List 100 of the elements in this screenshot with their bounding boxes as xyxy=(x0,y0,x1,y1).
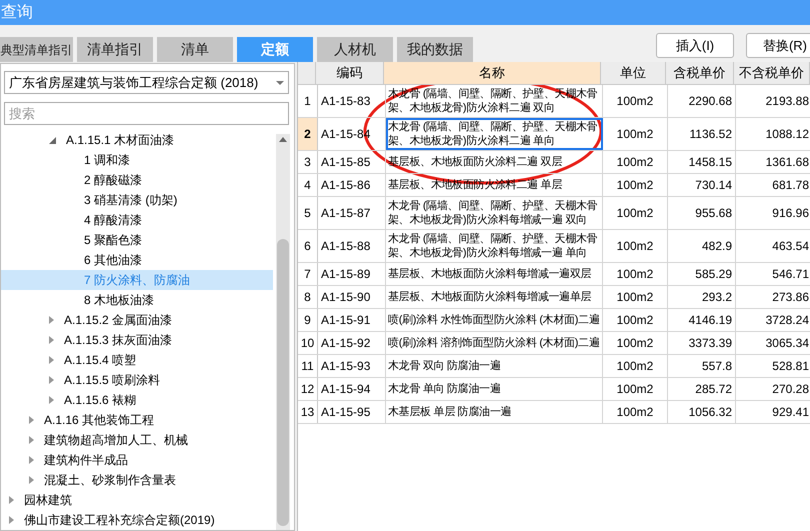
tab[interactable]: 清单指引 xyxy=(77,37,153,62)
table-cell: 喷(刷)涂料 溶剂饰面型防火涂料 (木材面)二遍 xyxy=(386,332,603,354)
table-cell: 285.72 xyxy=(668,378,736,400)
table-cell: 293.2 xyxy=(668,286,736,308)
row-number: 2 xyxy=(298,118,318,150)
table-cell: 100m2 xyxy=(603,197,668,229)
collapsed-icon[interactable] xyxy=(29,416,34,424)
tab[interactable]: 人材机 xyxy=(317,37,393,62)
tree-item[interactable]: A.1.15.3 抹灰面油漆 xyxy=(1,330,273,350)
table-cell: 463.54 xyxy=(736,230,810,262)
table-cell: A1-15-86 xyxy=(318,174,386,196)
table-cell: A1-15-91 xyxy=(318,309,386,331)
table-cell: A1-15-93 xyxy=(318,355,386,377)
table-cell: 1088.12 xyxy=(736,118,810,150)
tab[interactable]: 典型清单指引 xyxy=(0,37,73,62)
scroll-up-icon[interactable] xyxy=(279,137,287,142)
tree-item[interactable]: 建筑构件半成品 xyxy=(1,450,273,470)
button[interactable]: 替换(R) xyxy=(746,33,810,58)
table-cell: 100m2 xyxy=(603,174,668,196)
row-number: 4 xyxy=(298,174,318,196)
column-header[interactable]: 名称 xyxy=(384,62,601,84)
table-cell: 916.96 xyxy=(736,197,810,229)
row-number: 10 xyxy=(298,332,318,354)
tree-item[interactable]: A.1.16 其他装饰工程 xyxy=(1,410,273,430)
tree-item[interactable]: 3 硝基清漆 (叻架) xyxy=(1,190,273,210)
column-header[interactable]: 单位 xyxy=(601,62,666,84)
button[interactable]: 插入(I) xyxy=(656,33,734,58)
collapsed-icon[interactable] xyxy=(9,496,14,504)
collapsed-icon[interactable] xyxy=(29,476,34,484)
row-number: 11 xyxy=(298,355,318,377)
table-cell: 730.14 xyxy=(668,174,736,196)
row-number: 13 xyxy=(298,401,318,423)
table-cell: 100m2 xyxy=(603,355,668,377)
table-cell: 270.28 xyxy=(736,378,810,400)
scrollbar-thumb[interactable] xyxy=(277,239,289,526)
table-cell: 557.8 xyxy=(668,355,736,377)
search-field[interactable]: 搜索 xyxy=(4,102,289,125)
table-cell: 木龙骨 (隔墙、间壁、隔断、护壁、天棚木骨架、木地板龙骨)防火涂料二遍 单向 xyxy=(386,118,603,150)
table-cell: 681.78 xyxy=(736,174,810,196)
tree-item[interactable]: A.1.15.6 裱糊 xyxy=(1,390,273,410)
table-cell: 3728.24 xyxy=(736,309,810,331)
tab[interactable]: 我的数据 xyxy=(397,37,473,62)
collapsed-icon[interactable] xyxy=(49,356,54,364)
collapsed-icon[interactable] xyxy=(29,456,34,464)
tree-item[interactable]: 混凝土、砂浆制作含量表 xyxy=(1,470,273,490)
table-cell: 木龙骨 单向 防腐油一遍 xyxy=(386,378,603,400)
dropdown-caret-icon xyxy=(276,80,284,85)
table-cell: 528.81 xyxy=(736,355,810,377)
table-cell: 273.86 xyxy=(736,286,810,308)
tree-item[interactable]: A.1.15.5 喷刷涂料 xyxy=(1,370,273,390)
collapsed-icon[interactable] xyxy=(49,316,54,324)
table-cell: A1-15-94 xyxy=(318,378,386,400)
table-cell: 1136.52 xyxy=(668,118,736,150)
collapsed-icon[interactable] xyxy=(49,396,54,404)
tree-item[interactable]: 佛山市建设工程补充综合定额(2019) xyxy=(1,510,273,530)
tree-item[interactable]: 1 调和漆 xyxy=(1,150,273,170)
table-cell: A1-15-89 xyxy=(318,263,386,285)
table-cell: A1-15-87 xyxy=(318,197,386,229)
table-cell: 100m2 xyxy=(603,401,668,423)
table-cell: 3373.39 xyxy=(668,332,736,354)
table-cell: 木龙骨 双向 防腐油一遍 xyxy=(386,355,603,377)
collapsed-icon[interactable] xyxy=(29,436,34,444)
table-cell: 955.68 xyxy=(668,197,736,229)
tree-item[interactable]: A.1.15.1 木材面油漆 xyxy=(1,130,273,150)
table-cell: A1-15-83 xyxy=(318,85,386,117)
tree-item[interactable]: 5 聚酯色漆 xyxy=(1,230,273,250)
table-cell: 546.71 xyxy=(736,263,810,285)
table-cell: A1-15-95 xyxy=(318,401,386,423)
collapsed-icon[interactable] xyxy=(49,376,54,384)
scrollbar[interactable] xyxy=(276,134,290,530)
tab[interactable]: 清单 xyxy=(157,37,233,62)
table-cell: A1-15-85 xyxy=(318,151,386,173)
table-cell: 100m2 xyxy=(603,85,668,117)
table-cell: 4146.19 xyxy=(668,309,736,331)
tree-item[interactable]: 2 醇酸磁漆 xyxy=(1,170,273,190)
collapsed-icon[interactable] xyxy=(9,516,14,524)
tree-item[interactable]: 建筑物超高增加人工、机械 xyxy=(1,430,273,450)
column-header[interactable]: 不含税单价 xyxy=(734,62,810,84)
tree-item[interactable]: A.1.15.2 金属面油漆 xyxy=(1,310,273,330)
tree-item[interactable]: 6 其他油漆 xyxy=(1,250,273,270)
column-header[interactable]: 含税单价 xyxy=(666,62,734,84)
row-number: 1 xyxy=(298,85,318,117)
library-dropdown[interactable]: 广东省房屋建筑与装饰工程综合定额 (2018) xyxy=(4,71,289,94)
tree-item[interactable]: 4 醇酸清漆 xyxy=(1,210,273,230)
window-title: 查询 xyxy=(1,2,33,22)
row-number: 5 xyxy=(298,197,318,229)
table-cell: 喷(刷)涂料 水性饰面型防火涂料 (木材面)二遍 xyxy=(386,309,603,331)
table-cell: 1056.32 xyxy=(668,401,736,423)
table-cell: 100m2 xyxy=(603,230,668,262)
tree-item[interactable]: 园林建筑 xyxy=(1,490,273,510)
table-cell: A1-15-92 xyxy=(318,332,386,354)
table-cell: 585.29 xyxy=(668,263,736,285)
table-cell: 100m2 xyxy=(603,309,668,331)
collapsed-icon[interactable] xyxy=(49,336,54,344)
tree-item[interactable]: 8 木地板油漆 xyxy=(1,290,273,310)
table-cell: 2193.88 xyxy=(736,85,810,117)
tree-item[interactable]: A.1.15.4 喷塑 xyxy=(1,350,273,370)
expanded-icon[interactable] xyxy=(49,136,56,144)
table-cell: 100m2 xyxy=(603,332,668,354)
table-cell: A1-15-90 xyxy=(318,286,386,308)
